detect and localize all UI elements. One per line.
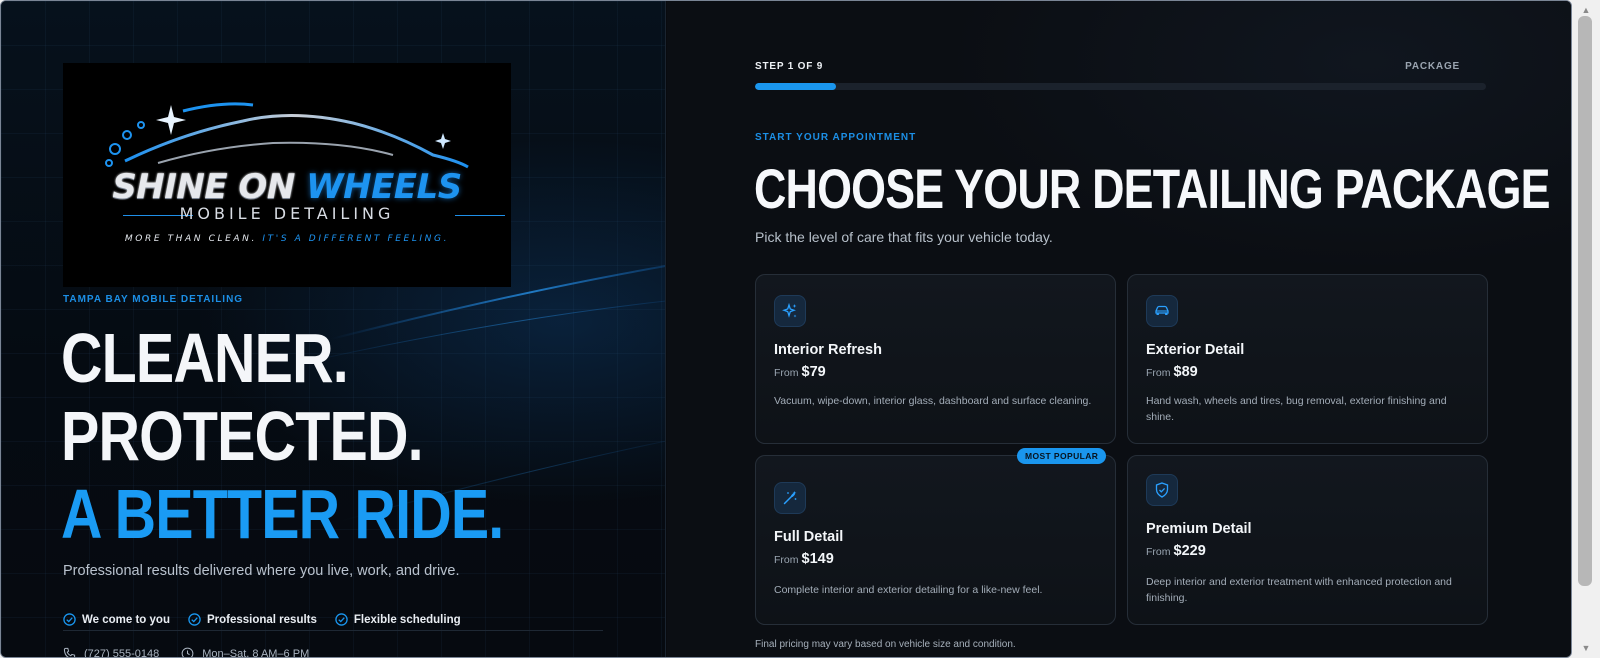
headline-line-1: CLEANER.: [61, 319, 349, 397]
package-name: Premium Detail: [1146, 521, 1252, 537]
logo-brand-text: SHINE ON WHEELS: [63, 167, 511, 207]
package-price-line: From $89: [1146, 364, 1198, 380]
package-card-premium-detail[interactable]: Premium Detail From $229 Deep interior an…: [1127, 455, 1488, 625]
hero-headline: CLEANER. PROTECTED. A BETTER RIDE.: [61, 319, 601, 553]
car-icon: [1146, 295, 1178, 327]
package-card-interior-refresh[interactable]: Interior Refresh From $79 Vacuum, wipe-do…: [755, 274, 1116, 444]
logo-brand-part2: WHEELS: [306, 167, 462, 207]
logo-tagline-part2: IT'S A DIFFERENT FEELING.: [262, 234, 450, 244]
sparkles-icon: [774, 295, 806, 327]
from-label: From: [1146, 367, 1171, 379]
package-price-line: From $229: [1146, 543, 1206, 559]
phone-number: (727) 555-0148: [84, 647, 160, 658]
package-description: Hand wash, wheels and tires, bug removal…: [1146, 395, 1447, 423]
from-label: From: [1146, 546, 1171, 558]
package-card-exterior-detail[interactable]: Exterior Detail From $89 Hand wash, wheel…: [1127, 274, 1488, 444]
wizard-eyebrow: START YOUR APPOINTMENT: [755, 132, 917, 143]
feature-item: Flexible scheduling: [335, 613, 461, 626]
feature-label: We come to you: [82, 613, 170, 626]
browser-window: SHINE ON WHEELS MOBILE DETAILING MORE TH…: [0, 0, 1572, 658]
phone-link[interactable]: (727) 555-0148: [63, 647, 160, 658]
hero-subheadline: Professional results delivered where you…: [63, 563, 460, 579]
pricing-footnote: Final pricing may vary based on vehicle …: [755, 639, 1016, 650]
brand-logo: SHINE ON WHEELS MOBILE DETAILING MORE TH…: [63, 63, 511, 287]
feature-label: Flexible scheduling: [353, 613, 461, 626]
page-subtitle: Pick the level of care that fits your ve…: [755, 229, 1053, 245]
scroll-down-arrow-icon[interactable]: ▼: [1572, 640, 1600, 656]
hero-panel: SHINE ON WHEELS MOBILE DETAILING MORE TH…: [1, 1, 666, 658]
phone-icon: [63, 647, 76, 657]
vertical-scrollbar[interactable]: ▲ ▼: [1572, 0, 1600, 658]
contact-info: (727) 555-0148 Mon–Sat, 8 AM–6 PM: [63, 647, 310, 658]
package-price: $89: [1173, 364, 1198, 380]
most-popular-badge: MOST POPULAR: [1017, 448, 1107, 464]
package-description: Complete interior and exterior detailing…: [774, 584, 1043, 596]
magic-wand-icon: [774, 482, 806, 514]
logo-subtitle: MOBILE DETAILING: [179, 204, 395, 223]
check-circle-icon: [188, 613, 201, 626]
from-label: From: [774, 554, 799, 566]
package-description: Vacuum, wipe-down, interior glass, dashb…: [774, 395, 1092, 407]
package-card-full-detail[interactable]: Full Detail From $149 Complete interior a…: [755, 455, 1116, 625]
page-title: CHOOSE YOUR DETAILING PACKAGE: [754, 157, 1551, 220]
package-price: $229: [1173, 543, 1206, 559]
check-circle-icon: [63, 613, 76, 626]
shield-check-icon: [1146, 474, 1178, 506]
package-price: $149: [801, 551, 834, 567]
package-price-line: From $79: [774, 364, 826, 380]
package-price-line: From $149: [774, 551, 834, 567]
logo-tagline-part1: MORE THAN CLEAN.: [124, 234, 257, 244]
package-name: Exterior Detail: [1146, 342, 1245, 358]
feature-item: We come to you: [63, 613, 170, 626]
booking-wizard: STEP 1 OF 9 PACKAGE START YOUR APPOINTME…: [667, 1, 1571, 657]
feature-item: Professional results: [188, 613, 317, 626]
feature-list: We come to you Professional results Flex…: [63, 613, 461, 626]
check-circle-icon: [335, 613, 348, 626]
logo-tagline: MORE THAN CLEAN. IT'S A DIFFERENT FEELIN…: [63, 234, 511, 244]
progress-bar: [755, 83, 1486, 90]
package-name: Interior Refresh: [774, 342, 882, 358]
from-label: From: [774, 367, 799, 379]
feature-label: Professional results: [206, 613, 317, 626]
step-indicator: STEP 1 OF 9: [755, 61, 824, 72]
hours-text: Mon–Sat, 8 AM–6 PM: [202, 647, 310, 658]
progress-fill: [755, 83, 837, 90]
hero-eyebrow: TAMPA BAY MOBILE DETAILING: [63, 294, 244, 305]
scrollbar-thumb[interactable]: [1578, 16, 1592, 586]
headline-line-3: A BETTER RIDE.: [61, 475, 504, 553]
business-hours: Mon–Sat, 8 AM–6 PM: [181, 647, 310, 658]
clock-icon: [181, 647, 194, 657]
step-section-label: PACKAGE: [1405, 61, 1460, 72]
headline-line-2: PROTECTED.: [61, 397, 424, 475]
package-description: Deep interior and exterior treatment wit…: [1146, 576, 1452, 604]
hero-divider: [63, 630, 603, 631]
logo-brand-part1: SHINE ON: [112, 167, 295, 207]
package-price: $79: [801, 364, 826, 380]
package-name: Full Detail: [774, 529, 844, 545]
